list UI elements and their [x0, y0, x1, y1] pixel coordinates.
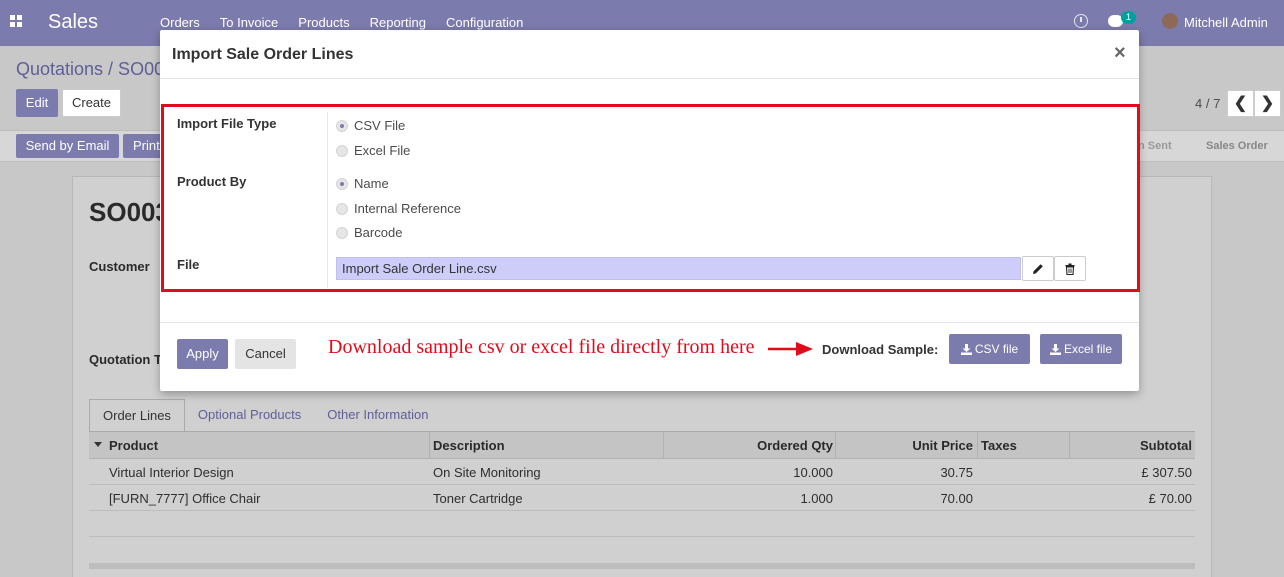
arrow-right-icon [768, 342, 813, 356]
download-icon [1049, 343, 1061, 355]
send-by-email-button[interactable]: Send by Email [16, 134, 119, 158]
user-name[interactable]: Mitchell Admin [1184, 15, 1268, 30]
tab-other-information[interactable]: Other Information [314, 399, 441, 431]
user-avatar[interactable] [1162, 13, 1178, 29]
row-qty: 1.000 [800, 491, 833, 506]
download-csv-label: CSV file [974, 342, 1019, 356]
col-taxes[interactable]: Taxes [981, 438, 1017, 453]
download-excel-label: Excel file [1063, 342, 1113, 356]
stage-quotation-sent[interactable]: n Sent [1138, 140, 1172, 152]
table-row[interactable]: [FURN_7777] Office Chair Toner Cartridge… [89, 485, 1195, 511]
create-button[interactable]: Create [62, 89, 121, 117]
menu-reporting[interactable]: Reporting [370, 15, 426, 30]
close-icon[interactable]: × [1114, 42, 1126, 65]
row-product: [FURN_7777] Office Chair [109, 491, 261, 506]
table-row[interactable]: Virtual Interior Design On Site Monitori… [89, 459, 1195, 485]
dialog-footer-divider [160, 322, 1139, 323]
row-description: Toner Cartridge [433, 491, 523, 506]
pager-previous-button[interactable]: ❮ [1227, 90, 1254, 117]
sort-caret-icon[interactable] [94, 442, 102, 447]
menu-products[interactable]: Products [298, 15, 349, 30]
activity-clock-icon[interactable] [1074, 14, 1088, 28]
chat-count-badge: 1 [1121, 11, 1136, 24]
table-header: Product Description Ordered Qty Unit Pri… [89, 432, 1195, 459]
dialog-title: Import Sale Order Lines [172, 46, 354, 63]
notebook-tabs: Order Lines Optional Products Other Info… [89, 399, 441, 431]
app-brand[interactable]: Sales [48, 11, 98, 34]
print-button[interactable]: Print [123, 134, 163, 158]
col-ordered-qty[interactable]: Ordered Qty [757, 438, 833, 453]
menu-orders[interactable]: Orders [160, 15, 200, 30]
tab-order-lines[interactable]: Order Lines [89, 399, 185, 431]
table-row-empty [89, 511, 1195, 537]
col-product[interactable]: Product [109, 438, 158, 453]
col-description[interactable]: Description [433, 438, 505, 453]
cancel-button[interactable]: Cancel [235, 339, 296, 369]
col-unit-price[interactable]: Unit Price [912, 438, 973, 453]
tab-optional-products[interactable]: Optional Products [185, 399, 314, 431]
order-lines-table: Product Description Ordered Qty Unit Pri… [89, 431, 1195, 537]
pager-next-button[interactable]: ❯ [1254, 90, 1281, 117]
table-footer-bar [89, 563, 1195, 569]
menu-to-invoice[interactable]: To Invoice [220, 15, 279, 30]
col-subtotal[interactable]: Subtotal [1140, 438, 1192, 453]
apps-menu-icon[interactable] [10, 15, 23, 28]
download-sample-label: Download Sample: [822, 342, 939, 357]
row-price: 70.00 [940, 491, 973, 506]
annotation-text: Download sample csv or excel file direct… [328, 336, 755, 358]
dialog-header: Import Sale Order Lines × [160, 30, 1139, 79]
apply-button[interactable]: Apply [177, 339, 228, 369]
pager-counter[interactable]: 4 / 7 [1195, 96, 1220, 111]
customer-label: Customer [89, 259, 150, 274]
row-qty: 10.000 [793, 465, 833, 480]
row-product: Virtual Interior Design [109, 465, 234, 480]
main-menu: Orders To Invoice Products Reporting Con… [160, 15, 543, 30]
download-csv-button[interactable]: CSV file [949, 334, 1030, 364]
highlight-box [161, 104, 1140, 292]
download-excel-button[interactable]: Excel file [1040, 334, 1122, 364]
breadcrumb[interactable]: Quotations / SO00 [16, 59, 164, 80]
row-description: On Site Monitoring [433, 465, 541, 480]
row-subtotal: £ 307.50 [1141, 465, 1192, 480]
menu-configuration[interactable]: Configuration [446, 15, 523, 30]
quotation-template-label: Quotation T [89, 352, 162, 367]
row-price: 30.75 [940, 465, 973, 480]
stage-sales-order[interactable]: Sales Order [1206, 140, 1268, 152]
row-subtotal: £ 70.00 [1148, 491, 1192, 506]
download-icon [960, 343, 972, 355]
order-name: SO003 [89, 197, 170, 227]
edit-button[interactable]: Edit [16, 89, 58, 117]
